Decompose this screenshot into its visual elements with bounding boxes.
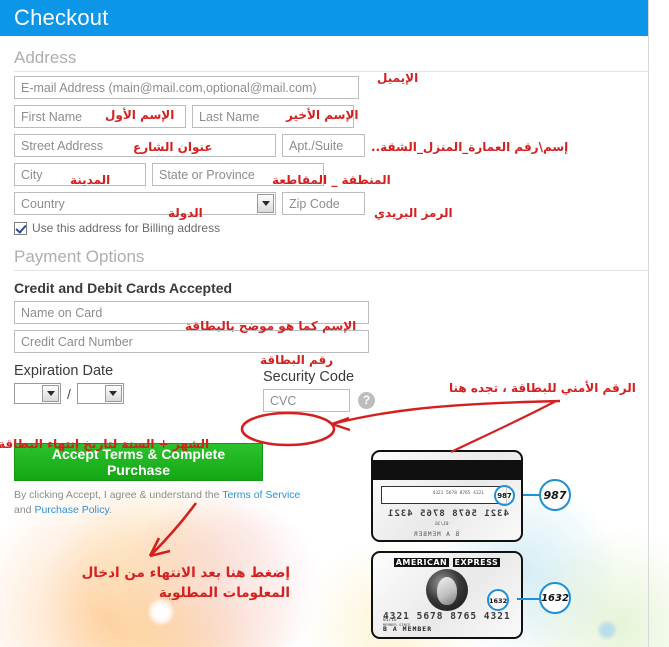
cvc-highlight-circle: 987 [494, 485, 515, 506]
annotation-card-number: رقم البطاقة [260, 353, 334, 367]
annotation-street: عنوان الشارع [133, 140, 213, 154]
amex-member-name: B A MEMBER [383, 625, 433, 633]
annotation-expiration: الشهر + السنة لتاريخ إنتهاء البطاقة [0, 437, 210, 451]
terms-text-part-1: By clicking Accept, I agree & understand… [14, 489, 223, 501]
email-row [14, 76, 648, 99]
annotation-country: الدولة [168, 206, 203, 220]
signature-strip-number: 4321 5678 8765 4321 [432, 491, 484, 496]
annotation-name-on-card: الإسم كما هو موضح بالبطاقة [185, 319, 357, 333]
address-section-title: Address [14, 48, 649, 72]
security-code-label: Security Code [263, 369, 355, 385]
billing-address-checkbox-label: Use this address for Billing address [32, 221, 221, 235]
signature-strip: 4321 5678 8765 4321 [381, 486, 507, 504]
expiration-year-select[interactable] [76, 383, 124, 404]
credit-card-number-input[interactable] [14, 330, 369, 353]
cvc-input[interactable] [263, 389, 350, 412]
country-zip-row [14, 192, 648, 215]
chevron-down-icon [42, 385, 59, 402]
terms-text: By clicking Accept, I agree & understand… [14, 488, 314, 518]
amex-expiry: 01/16 [383, 618, 397, 623]
cid-callout: 1632 [539, 582, 571, 614]
country-select-wrapper[interactable] [14, 192, 276, 215]
terms-of-service-link[interactable]: Terms of Service [222, 489, 300, 501]
annotation-last-name: الإسم الأخير [286, 108, 359, 122]
expiration-month-select[interactable] [14, 383, 61, 404]
card-number-row [14, 330, 648, 353]
billing-address-checkbox-row[interactable]: Use this address for Billing address [14, 221, 648, 235]
security-code-input-row: ? [263, 389, 375, 412]
cid-highlight-circle: 1632 [487, 589, 509, 611]
zip-code-input[interactable] [282, 192, 365, 215]
generic-card-illustration: 4321 5678 8765 4321 987 4321 5678 8765 4… [371, 450, 571, 542]
annotation-city: المدينة [70, 173, 111, 187]
email-input[interactable] [14, 76, 359, 99]
payment-section-title: Payment Options [14, 247, 649, 271]
purchase-policy-link[interactable]: Purchase Policy [34, 504, 109, 516]
card-expiry: 01/16 [435, 522, 449, 527]
amex-brand-title: AMERICAN EXPRESS [373, 558, 521, 567]
card-member-name: B A MEMBER [413, 531, 460, 538]
card-number-embossed: 4321 5678 8765 4321 [387, 509, 509, 519]
annotation-email: الإيميل [377, 71, 419, 85]
annotation-security-code: الرقم الأمني للبطاقة ، تجده هنا [449, 381, 636, 395]
annotation-first-name: الإسم الأول [105, 108, 175, 122]
cvc-callout: 987 [539, 479, 571, 511]
security-code-block: Security Code ? [263, 363, 375, 412]
annotation-state: المنطقة _ المقاطعة [272, 173, 391, 187]
terms-text-part-3: . [108, 504, 112, 516]
cards-accepted-title: Credit and Debit Cards Accepted [14, 280, 233, 296]
page-title: Checkout [14, 5, 109, 30]
apt-suite-input[interactable] [282, 134, 365, 157]
amex-brand-line-2: EXPRESS [452, 558, 501, 567]
terms-text-part-2: and [14, 504, 35, 516]
annotation-click-here: إضغط هنا بعد الانتهاء من ادخال المعلومات… [81, 565, 290, 601]
page-header: Checkout [0, 0, 648, 36]
help-icon[interactable]: ? [358, 392, 375, 409]
expiration-separator: / [67, 385, 71, 402]
expiration-security-row: Expiration Date / Security Code ? [14, 363, 648, 433]
country-select[interactable] [14, 192, 276, 215]
annotation-zip: الرمز البريدي [374, 206, 453, 220]
amex-brand-line-1: AMERICAN [393, 558, 450, 567]
annotation-apt: إسم\رقم العمارة_المنزل_الشقة.. [371, 140, 569, 154]
chevron-down-icon [104, 385, 122, 402]
amex-card-number: 4321 5678 8765 4321 [383, 611, 511, 622]
amex-card-illustration: AMERICAN EXPRESS 4321 5678 8765 4321 MEM… [371, 551, 571, 639]
checkmark-icon[interactable] [14, 221, 27, 235]
magnetic-stripe [373, 460, 521, 480]
centurion-head-icon [426, 569, 468, 611]
